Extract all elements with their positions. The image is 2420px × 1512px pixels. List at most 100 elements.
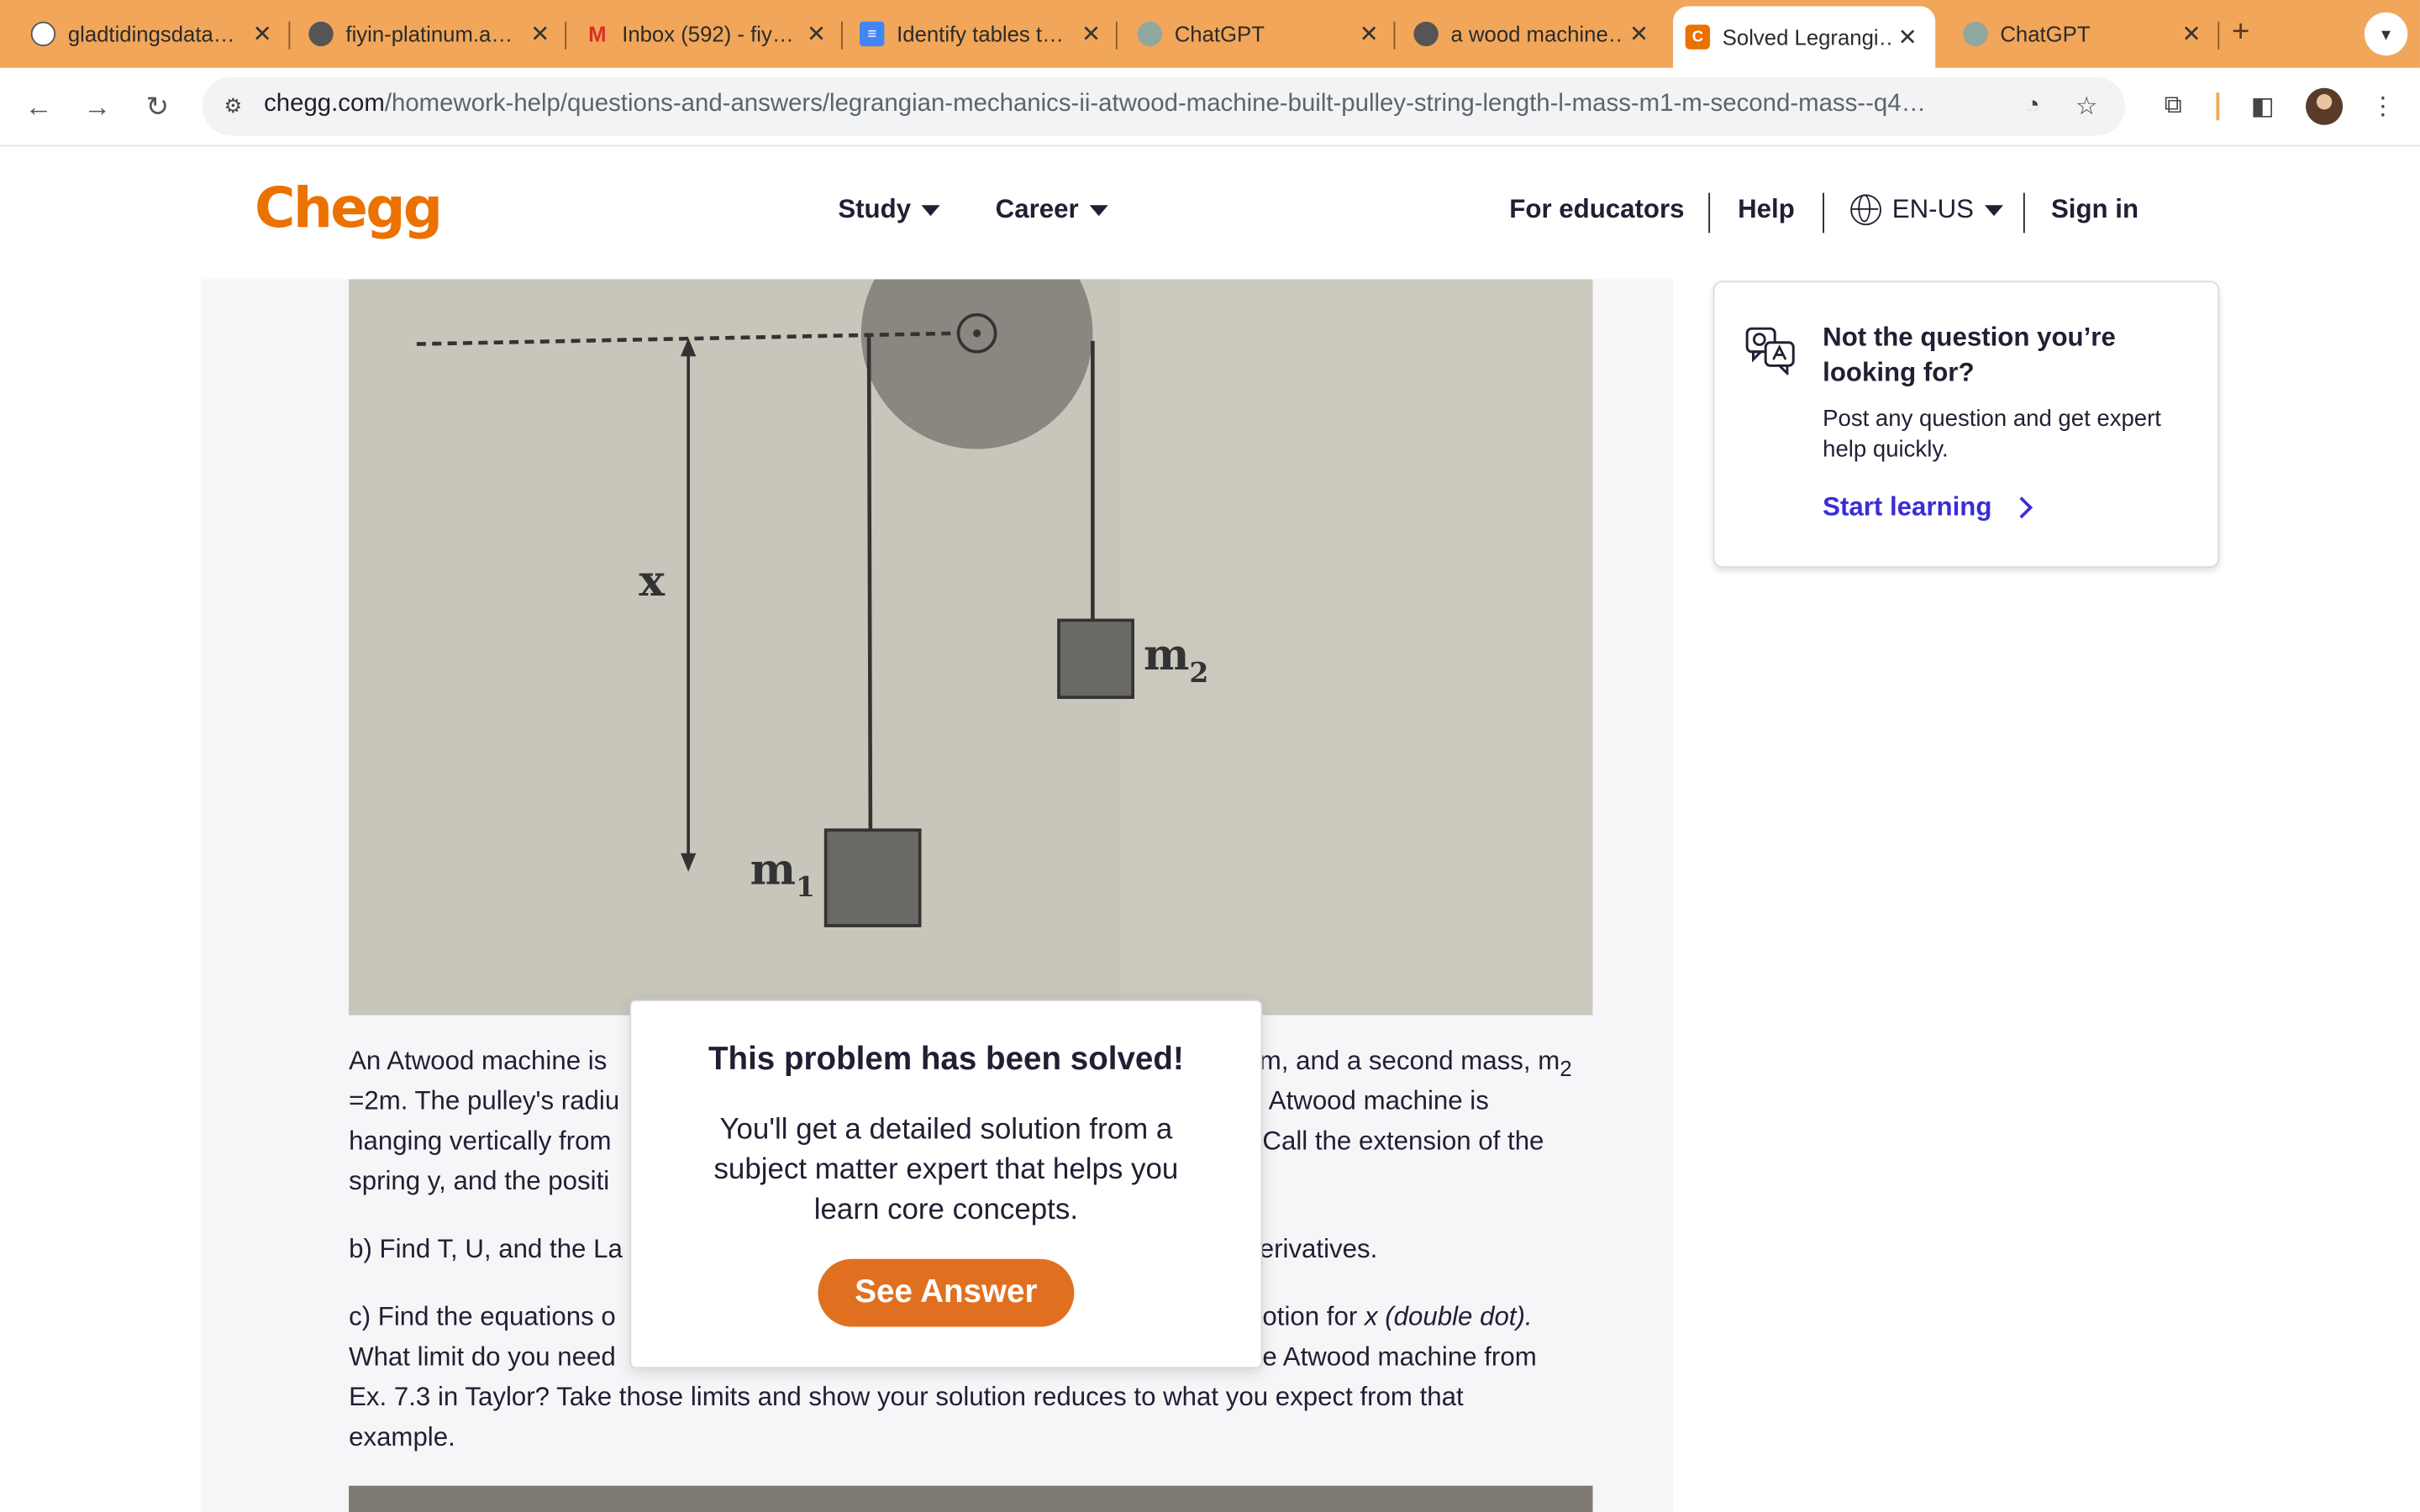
locale-label: EN-US (1891, 194, 1974, 224)
profile-avatar[interactable] (2306, 87, 2344, 125)
question-text: Ex. 7.3 in Taylor? Take those limits and… (349, 1382, 1464, 1412)
tab-search-button[interactable]: ▾ (2364, 12, 2408, 56)
caret-down-icon (1089, 204, 1108, 216)
tab-title: a wood machine… (1450, 21, 1624, 47)
new-tab-button[interactable]: + (2232, 15, 2249, 50)
tab-separator (1115, 21, 1118, 50)
header-divider (1823, 192, 1824, 234)
tab-title: ChatGPT (1174, 21, 1265, 47)
gmail-icon: M (588, 21, 607, 47)
nav-help[interactable]: Help (1738, 194, 1795, 225)
modal-body: You'll get a detailed solution from a su… (713, 1114, 1179, 1227)
locale-selector[interactable]: EN-US (1850, 194, 2003, 226)
tab-fiyin-platinum[interactable]: fiyin-platinum.a… ✕ (308, 9, 555, 59)
tab-title: gladtidingsdata… (67, 21, 235, 47)
atwood-machine-diagram: x m1 m2 (349, 279, 1593, 1016)
question-text: Call the extension of the (1262, 1126, 1544, 1156)
label-m2-sub: 2 (1189, 656, 1208, 689)
tab-chegg-active[interactable]: C Solved Legrangi… ✕ (1672, 6, 1936, 68)
tab-separator (841, 21, 843, 50)
close-icon[interactable]: ✕ (1892, 24, 1923, 50)
question-text: c) Find the equations o (349, 1302, 616, 1332)
address-bar[interactable]: ⚙ chegg.com/homework-help/questions-and-… (202, 76, 2126, 136)
close-icon[interactable]: ✕ (247, 20, 278, 48)
chatgpt-icon (30, 21, 56, 47)
back-button[interactable]: ← (18, 87, 59, 127)
tab-chatgpt-1[interactable]: ChatGPT ✕ (1137, 9, 1385, 59)
header-divider (2023, 192, 2025, 234)
url-path: /homework-help/questions-and-answers/leg… (384, 91, 1926, 118)
question-text: example. (349, 1422, 455, 1452)
tab-separator (288, 21, 291, 50)
question-line: Ex. 7.3 in Taylor? Take those limits and… (349, 1378, 1592, 1418)
second-figure-image (349, 1485, 1593, 1512)
tab-separator (2217, 21, 2220, 50)
chegg-logo[interactable]: Chegg (255, 177, 443, 240)
question-text: otion for x (double dot). (1262, 1298, 1532, 1338)
tab-title: Inbox (592) - fiy… (622, 21, 794, 47)
tab-chatgpt-2[interactable]: ChatGPT ✕ (1963, 9, 2207, 59)
globe-icon (1413, 21, 1439, 47)
question-text: hanging vertically from (349, 1126, 612, 1156)
browser-toolbar: ← → ↻ ⚙ chegg.com/homework-help/question… (0, 67, 2420, 147)
tab-title: Solved Legrangi… (1722, 24, 1892, 50)
question-text: Atwood machine is (1268, 1086, 1489, 1116)
tab-title: Identify tables t… (897, 21, 1064, 47)
browser-window: gladtidingsdata… ✕ fiyin-platinum.a… ✕ M… (0, 0, 2420, 1512)
close-icon[interactable]: ✕ (2176, 20, 2207, 48)
question-answer-icon (1745, 327, 1795, 375)
close-icon[interactable]: ✕ (524, 20, 555, 48)
performance-icon[interactable]: ◔ (2018, 91, 2049, 122)
chatgpt-icon (1963, 21, 1988, 47)
tab-gladtidings[interactable]: gladtidingsdata… ✕ (30, 9, 278, 59)
question-text: b) Find T, U, and the La (349, 1234, 623, 1264)
tab-wood-machine[interactable]: a wood machine… ✕ (1413, 9, 1655, 59)
forward-button[interactable]: → (77, 87, 118, 127)
nav-career-label: Career (995, 194, 1079, 224)
extensions-icon[interactable]: ⧉ (2154, 88, 2191, 125)
subscript: 2 (1560, 1057, 1572, 1083)
solved-modal: This problem has been solved! You'll get… (629, 1000, 1263, 1369)
sign-in-link[interactable]: Sign in (2051, 194, 2139, 225)
nav-career[interactable]: Career (996, 194, 1108, 225)
modal-title: This problem has been solved! (708, 1041, 1184, 1078)
question-text: What limit do you need (349, 1341, 616, 1372)
caret-down-icon (1984, 204, 2003, 216)
question-text-part: otion for (1262, 1302, 1358, 1332)
label-m1-sub: 1 (796, 870, 815, 903)
tab-inbox[interactable]: M Inbox (592) - fiy… ✕ (585, 9, 832, 59)
close-icon[interactable]: ✕ (1623, 20, 1655, 48)
see-answer-button[interactable]: See Answer (818, 1258, 1075, 1327)
question-text: spring y, and the positi (349, 1166, 610, 1196)
tab-identify-tables[interactable]: ≡ Identify tables t… ✕ (860, 9, 1107, 59)
header-divider (1708, 192, 1711, 234)
question-text: erivatives. (1259, 1234, 1378, 1264)
side-panel-icon[interactable]: ◧ (2244, 88, 2281, 125)
bookmark-star-icon[interactable]: ☆ (2071, 91, 2102, 122)
close-icon[interactable]: ✕ (1354, 20, 1385, 48)
tab-title: fiyin-platinum.a… (345, 21, 513, 47)
not-the-question-card: Not the question you’re looking for? Pos… (1712, 281, 2220, 568)
nav-study[interactable]: Study (838, 194, 940, 225)
question-text-part: m, and a second mass, m (1259, 1046, 1560, 1076)
reload-button[interactable]: ↻ (137, 87, 177, 127)
close-icon[interactable]: ✕ (801, 20, 832, 48)
nav-for-educators[interactable]: For educators (1509, 194, 1684, 225)
question-figure-image: x m1 m2 (349, 279, 1593, 1016)
close-icon[interactable]: ✕ (1076, 20, 1107, 48)
tab-title: ChatGPT (2000, 21, 2091, 47)
start-learning-link[interactable]: Start learning (1823, 491, 2033, 523)
globe-icon (1850, 194, 1881, 226)
question-line: example. (349, 1418, 1592, 1458)
site-settings-icon[interactable]: ⚙ (218, 91, 249, 122)
nav-study-label: Study (838, 194, 912, 224)
url-text[interactable]: chegg.com/homework-help/questions-and-an… (264, 91, 1992, 118)
toolbar-divider (2216, 92, 2220, 121)
start-learning-label: Start learning (1823, 491, 1992, 522)
menu-kebab-icon[interactable]: ⋮ (2365, 88, 2402, 125)
caret-down-icon (921, 204, 940, 216)
site-header: Chegg Study Career For educators Help EN… (0, 146, 2420, 280)
tab-separator (1393, 21, 1396, 50)
label-m2-main: m (1144, 630, 1189, 680)
question-text: =2m. The pulley's radiu (349, 1086, 620, 1116)
